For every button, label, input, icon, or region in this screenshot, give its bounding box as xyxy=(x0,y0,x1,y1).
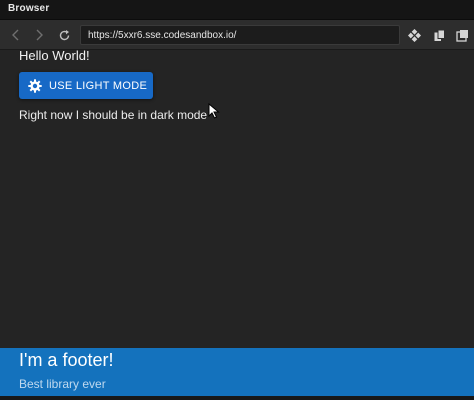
greeting-text: Hello World! xyxy=(19,48,90,63)
forward-arrow-icon xyxy=(36,29,43,41)
browser-window: Browser https://5xxr6.sse.codesandbox.io… xyxy=(0,0,474,400)
footer-subtitle: Best library ever xyxy=(19,377,106,391)
use-light-mode-button[interactable]: USE LIGHT MODE xyxy=(19,72,153,99)
bottom-edge xyxy=(0,396,474,400)
extension-button[interactable] xyxy=(405,26,423,44)
new-window-button[interactable] xyxy=(453,26,471,44)
mode-status-text: Right now I should be in dark mode xyxy=(19,108,208,122)
page-content: Hello World! USE LIGHT MODE Right now I … xyxy=(0,48,474,348)
extension-icon xyxy=(407,28,421,42)
back-arrow-icon xyxy=(12,29,19,41)
back-button[interactable] xyxy=(7,26,25,44)
mode-button-label: USE LIGHT MODE xyxy=(49,79,148,92)
mouse-cursor-icon xyxy=(208,102,220,119)
url-input[interactable] xyxy=(81,26,399,44)
reload-button[interactable] xyxy=(55,26,73,44)
browser-toolbar xyxy=(0,20,474,50)
title-bar: Browser xyxy=(0,0,474,20)
footer-title: I'm a footer! xyxy=(19,350,114,370)
window-title: Browser xyxy=(8,3,50,14)
gear-icon xyxy=(28,78,42,93)
reload-icon xyxy=(59,29,69,40)
copy-icon xyxy=(434,29,445,41)
page-footer: I'm a footer! Best library ever xyxy=(0,348,474,396)
new-window-icon xyxy=(455,29,468,42)
address-bar[interactable] xyxy=(80,25,400,45)
forward-button[interactable] xyxy=(30,26,48,44)
copy-button[interactable] xyxy=(430,26,448,44)
